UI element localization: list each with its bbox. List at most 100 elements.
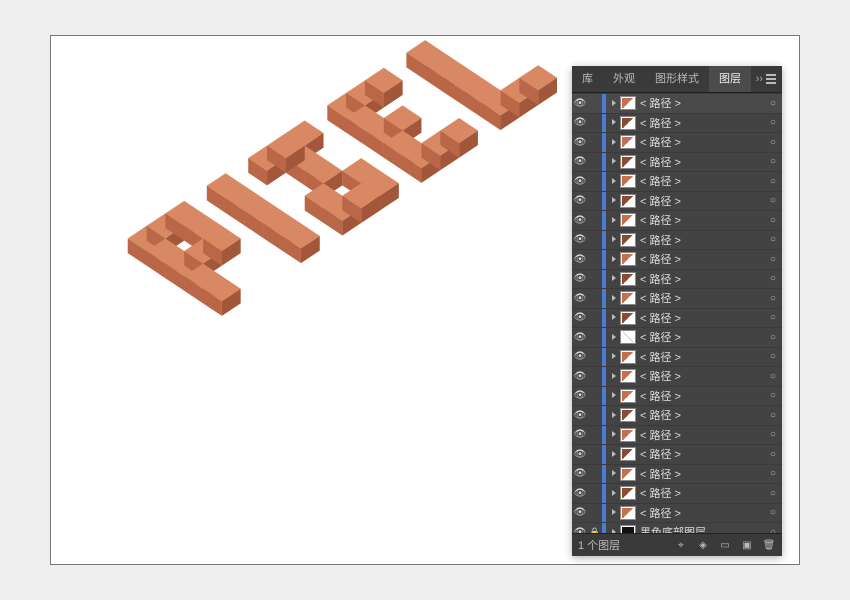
target-icon[interactable]: ○ <box>764 176 782 187</box>
layer-name[interactable]: < 路径 > <box>640 349 764 365</box>
visibility-toggle-icon[interactable]: 👁 <box>572 98 588 109</box>
layer-row[interactable]: 👁< 路径 >○ <box>572 503 782 523</box>
layer-row[interactable]: 👁< 路径 >○ <box>572 171 782 191</box>
target-icon[interactable]: ○ <box>764 507 782 518</box>
layer-row[interactable]: 👁 < 路径 >○ <box>572 249 782 269</box>
layer-row[interactable]: 👁 < 路径 >○ <box>572 308 782 328</box>
target-icon[interactable]: ○ <box>764 254 782 265</box>
target-icon[interactable]: ○ <box>764 273 782 284</box>
layer-name[interactable]: < 路径 > <box>640 212 764 228</box>
visibility-toggle-icon[interactable]: 👁 <box>572 254 588 265</box>
expand-icon[interactable] <box>606 450 620 459</box>
target-icon[interactable]: ○ <box>764 390 782 401</box>
layer-name[interactable]: < 路径 > <box>640 115 764 131</box>
target-icon[interactable]: ○ <box>764 429 782 440</box>
tab-layers[interactable]: 图层 <box>709 66 751 92</box>
tab-library[interactable]: 库 <box>572 66 603 92</box>
layer-name[interactable]: < 路径 > <box>640 329 764 345</box>
visibility-toggle-icon[interactable]: 👁 <box>572 293 588 304</box>
visibility-toggle-icon[interactable]: 👁 <box>572 176 588 187</box>
expand-icon[interactable] <box>606 177 620 186</box>
layer-row[interactable]: 👁 < 路径 >○ <box>572 230 782 250</box>
layer-row[interactable]: 👁 < 路径 >○ <box>572 405 782 425</box>
visibility-toggle-icon[interactable]: 👁 <box>572 273 588 284</box>
target-icon[interactable]: ○ <box>764 371 782 382</box>
expand-icon[interactable] <box>606 352 620 361</box>
target-icon[interactable]: ○ <box>764 449 782 460</box>
visibility-toggle-icon[interactable]: 👁 <box>572 449 588 460</box>
layer-row[interactable]: 👁< 路径 >○ <box>572 132 782 152</box>
visibility-toggle-icon[interactable]: 👁 <box>572 507 588 518</box>
new-layer-icon[interactable]: ▣ <box>740 540 754 551</box>
layer-row[interactable]: 👁< 路径 >○ <box>572 210 782 230</box>
target-icon[interactable]: ○ <box>764 527 782 533</box>
expand-icon[interactable] <box>606 196 620 205</box>
expand-icon[interactable] <box>606 372 620 381</box>
expand-icon[interactable] <box>606 99 620 108</box>
expand-icon[interactable] <box>606 157 620 166</box>
layer-name[interactable]: < 路径 > <box>640 466 764 482</box>
expand-icon[interactable] <box>606 118 620 127</box>
layer-name[interactable]: < 路径 > <box>640 95 764 111</box>
panel-more[interactable]: ›› <box>751 66 782 92</box>
layer-name[interactable]: < 路径 > <box>640 290 764 306</box>
layer-name[interactable]: 黑色底部图层 <box>640 524 764 533</box>
expand-icon[interactable] <box>606 489 620 498</box>
expand-icon[interactable] <box>606 469 620 478</box>
expand-icon[interactable] <box>606 430 620 439</box>
expand-icon[interactable] <box>606 411 620 420</box>
layer-name[interactable]: < 路径 > <box>640 193 764 209</box>
layer-name[interactable]: < 路径 > <box>640 407 764 423</box>
visibility-toggle-icon[interactable]: 👁 <box>572 117 588 128</box>
visibility-toggle-icon[interactable]: 👁 <box>572 429 588 440</box>
target-icon[interactable]: ○ <box>764 488 782 499</box>
target-icon[interactable]: ○ <box>764 312 782 323</box>
target-icon[interactable]: ○ <box>764 215 782 226</box>
layer-name[interactable]: < 路径 > <box>640 232 764 248</box>
expand-icon[interactable] <box>606 274 620 283</box>
layer-row[interactable]: 👁 < 路径 >○ <box>572 327 782 347</box>
visibility-toggle-icon[interactable]: 👁 <box>572 351 588 362</box>
target-icon[interactable]: ○ <box>764 234 782 245</box>
visibility-toggle-icon[interactable]: 👁 <box>572 312 588 323</box>
layer-name[interactable]: < 路径 > <box>640 310 764 326</box>
layer-row[interactable]: 👁< 路径 >○ <box>572 191 782 211</box>
layer-name[interactable]: < 路径 > <box>640 368 764 384</box>
visibility-toggle-icon[interactable]: 👁 <box>572 332 588 343</box>
target-icon[interactable]: ○ <box>764 410 782 421</box>
layer-row[interactable]: 👁< 路径 >○ <box>572 425 782 445</box>
expand-icon[interactable] <box>606 313 620 322</box>
tab-graphic-styles[interactable]: 图形样式 <box>645 66 709 92</box>
layer-name[interactable]: < 路径 > <box>640 388 764 404</box>
layer-row[interactable]: 👁< 路径 >○ <box>572 152 782 172</box>
expand-icon[interactable] <box>606 216 620 225</box>
new-sublayer-icon[interactable]: ▭ <box>718 540 732 551</box>
layer-row[interactable]: 👁< 路径 >○ <box>572 444 782 464</box>
layer-name[interactable]: < 路径 > <box>640 154 764 170</box>
target-icon[interactable]: ○ <box>764 117 782 128</box>
expand-icon[interactable] <box>606 391 620 400</box>
visibility-toggle-icon[interactable]: 👁 <box>572 156 588 167</box>
layer-row[interactable]: 👁 < 路径 >○ <box>572 288 782 308</box>
expand-icon[interactable] <box>606 528 620 533</box>
visibility-toggle-icon[interactable]: 👁 <box>572 234 588 245</box>
layer-row[interactable]: 👁 < 路径 >○ <box>572 93 782 113</box>
layer-row[interactable]: 👁 < 路径 >○ <box>572 366 782 386</box>
visibility-toggle-icon[interactable]: 👁 <box>572 410 588 421</box>
layer-name[interactable]: < 路径 > <box>640 251 764 267</box>
expand-icon[interactable] <box>606 235 620 244</box>
target-icon[interactable]: ○ <box>764 293 782 304</box>
visibility-toggle-icon[interactable]: 👁 <box>572 390 588 401</box>
target-icon[interactable]: ○ <box>764 98 782 109</box>
layer-row[interactable]: 👁🔒黑色底部图层○ <box>572 522 782 533</box>
visibility-toggle-icon[interactable]: 👁 <box>572 371 588 382</box>
expand-icon[interactable] <box>606 294 620 303</box>
target-icon[interactable]: ○ <box>764 332 782 343</box>
target-icon[interactable]: ○ <box>764 468 782 479</box>
layer-name[interactable]: < 路径 > <box>640 134 764 150</box>
layer-row[interactable]: 👁 < 路径 >○ <box>572 113 782 133</box>
layer-row[interactable]: 👁< 路径 >○ <box>572 347 782 367</box>
expand-icon[interactable] <box>606 333 620 342</box>
target-icon[interactable]: ○ <box>764 195 782 206</box>
expand-icon[interactable] <box>606 508 620 517</box>
